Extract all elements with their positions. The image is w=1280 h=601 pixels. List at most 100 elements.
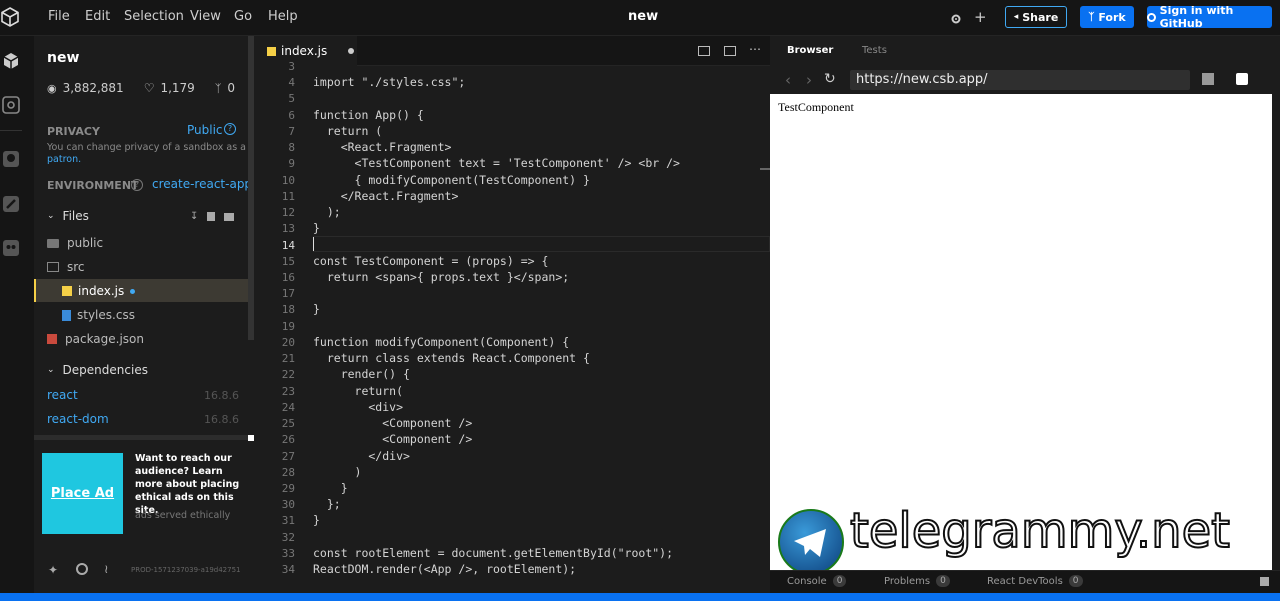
open-preview-icon[interactable] [724,46,736,56]
browser-preview[interactable] [770,94,1272,570]
css-file-icon [62,309,71,321]
cube-icon[interactable] [0,50,22,72]
code-line[interactable]: <TestComponent text = 'TestComponent' />… [313,156,680,170]
toggle-icon[interactable] [1236,73,1248,85]
forward-icon[interactable]: › [806,71,812,89]
menu-help[interactable]: Help [268,9,298,24]
tree-item-public[interactable]: public [47,236,103,250]
refresh-icon[interactable]: ↻ [824,71,836,87]
privacy-value[interactable]: Public [187,123,223,137]
info-icon[interactable]: ? [224,123,236,135]
fork-button[interactable]: ᛉ Fork [1080,6,1134,28]
text-cursor [313,237,314,251]
code-line[interactable]: } [313,302,320,316]
code-line[interactable]: return <span>{ props.text }</span>; [313,270,569,284]
tree-item-label: styles.css [77,308,135,322]
address-url[interactable]: https://new.csb.app/ [856,72,988,87]
heart-icon[interactable]: ♡ [144,81,155,95]
ad-text[interactable]: Want to reach our audience? Learn more a… [135,452,247,517]
code-line[interactable]: } [313,221,320,235]
react-devtools-tab[interactable]: React DevTools 0 [987,575,1083,587]
menu-view[interactable]: View [190,9,221,24]
menu-go[interactable]: Go [234,9,252,24]
line-number: 11 [281,189,295,203]
code-line[interactable]: }; [313,497,341,511]
code-line[interactable]: function App() { [313,108,424,122]
code-line[interactable]: return ( [313,124,382,138]
back-icon[interactable]: ‹ [785,71,791,89]
code-line[interactable]: import "./styles.css"; [313,75,465,89]
ad-footnote[interactable]: ads served ethically [135,510,230,521]
code-line[interactable]: </React.Fragment> [313,189,459,203]
line-number: 22 [281,368,295,382]
dependency-react-dom[interactable]: react-dom [47,412,109,426]
settings-icon[interactable] [950,10,962,29]
dependencies-scrollbar[interactable] [34,435,248,440]
files-section-header[interactable]: ⌄ Files [47,209,89,223]
dependency-react[interactable]: react [47,388,78,402]
line-number: 9 [288,157,295,171]
download-icon[interactable]: ↧ [190,211,198,222]
privacy-note-text: You can change privacy of a sandbox as a [47,142,246,153]
code-line[interactable]: function modifyComponent(Component) { [313,335,569,349]
code-line[interactable]: <Component /> [313,416,472,430]
menu-edit[interactable]: Edit [85,9,110,24]
telegram-logo-icon [778,509,844,575]
console-expand-icon[interactable] [1260,577,1269,586]
console-tab[interactable]: Console 0 [787,575,847,587]
code-line[interactable]: { modifyComponent(TestComponent) } [313,173,590,187]
environment-value[interactable]: create-react-app [152,177,252,191]
gear-panel-icon[interactable] [0,94,22,116]
code-line[interactable]: </div> [313,449,410,463]
line-number: 12 [281,206,295,220]
code-line[interactable]: <div> [313,400,403,414]
code-line[interactable]: } [313,481,348,495]
more-options-icon[interactable]: ⋯ [749,42,761,56]
live-users-icon[interactable] [0,237,22,259]
tree-item-styles-css[interactable]: styles.css [62,308,135,322]
place-ad-banner[interactable]: Place Ad [42,453,123,534]
tree-item-label: src [67,260,85,274]
split-view-icon[interactable] [698,46,710,56]
tree-item-label: public [67,236,104,250]
github-panel-icon[interactable] [0,148,22,170]
code-line[interactable]: <React.Fragment> [313,140,452,154]
code-line[interactable]: <Component /> [313,432,472,446]
sidebar-scrollbar[interactable] [248,36,254,340]
spectrum-icon[interactable]: ≀ [104,562,109,576]
tab-tests[interactable]: Tests [862,45,887,56]
code-line[interactable]: } [313,513,320,527]
code-line[interactable]: ReactDOM.render(<App />, rootElement); [313,562,576,576]
dependencies-section-header[interactable]: ⌄ Dependencies [47,363,148,377]
twitter-icon[interactable]: ✦ [48,563,58,577]
menu-file[interactable]: File [48,9,70,24]
line-number: 21 [281,352,295,366]
problems-tab[interactable]: Problems 0 [884,575,950,587]
tree-item-src[interactable]: src [47,260,85,274]
line-number: 24 [281,400,295,414]
deploy-rocket-icon[interactable] [0,193,22,215]
open-new-window-icon[interactable] [1202,73,1214,85]
environment-info-icon[interactable]: ? [131,179,143,191]
code-line[interactable]: ); [313,205,341,219]
codesandbox-logo-icon[interactable] [0,7,21,29]
menu-selection[interactable]: Selection [124,9,184,24]
dependency-react-version: 16.8.6 [204,389,239,402]
code-line[interactable]: const TestComponent = (props) => { [313,254,548,268]
code-line[interactable]: return( [313,384,403,398]
unsaved-tab-dot-icon[interactable] [348,48,355,54]
patron-link[interactable]: patron. [47,154,81,165]
github-footer-icon[interactable] [76,563,88,575]
new-file-icon[interactable] [207,212,215,221]
new-folder-icon[interactable] [224,213,234,221]
new-sandbox-icon[interactable]: + [974,8,987,26]
sign-in-github-button[interactable]: Sign in with GitHub [1147,4,1272,30]
code-line[interactable]: render() { [313,367,410,381]
status-bar [0,593,1280,601]
code-line[interactable]: const rootElement = document.getElementB… [313,546,673,560]
console-label: Console [787,575,827,587]
code-line[interactable]: ) [313,465,362,479]
share-button[interactable]: ◂ Share [1005,6,1067,28]
tree-item-package-json[interactable]: package.json [47,332,144,346]
code-line[interactable]: return class extends React.Component { [313,351,590,365]
